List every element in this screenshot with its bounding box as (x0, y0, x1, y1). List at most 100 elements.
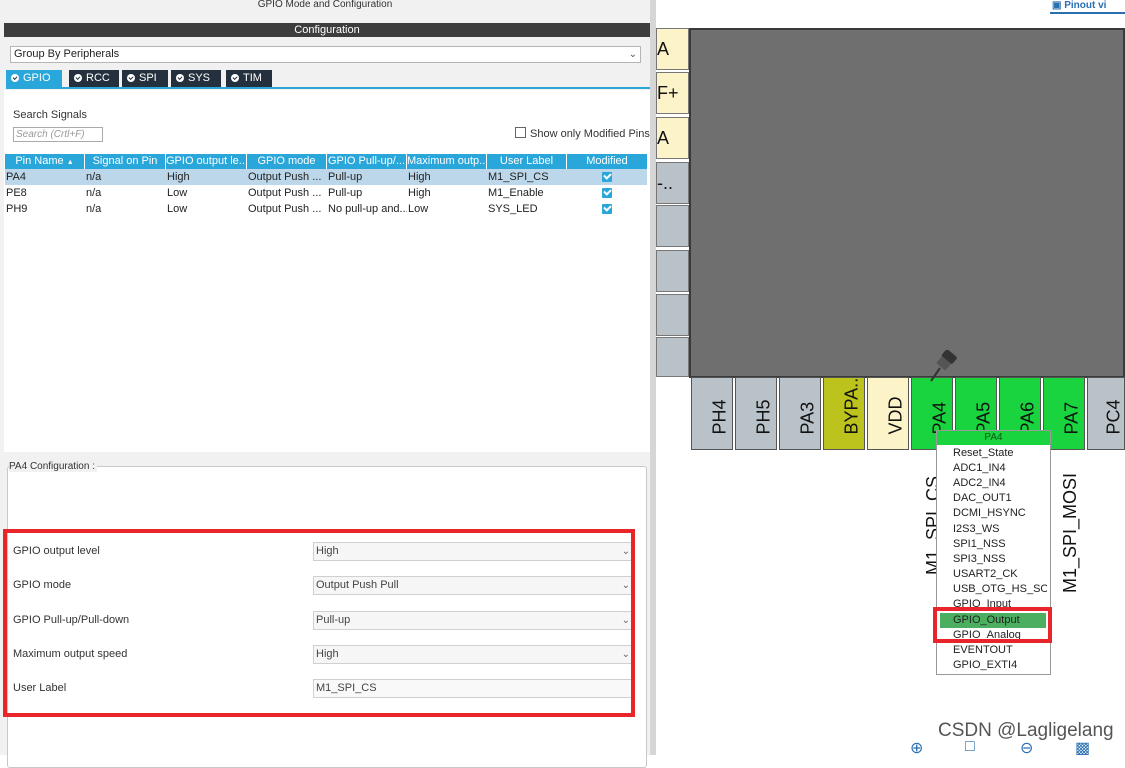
cell-signal: n/a (86, 187, 102, 199)
modified-checkbox[interactable] (602, 172, 612, 182)
cell-level: High (167, 171, 190, 183)
col-pin-name[interactable]: Pin Name ▲ (5, 154, 85, 169)
pin-label: PA3 (797, 401, 818, 435)
tab-label: TIM (243, 72, 262, 84)
left-pin[interactable] (656, 337, 689, 377)
col-output-level[interactable]: GPIO output le... (166, 154, 247, 169)
pinout-tab-underline (1050, 12, 1125, 14)
table-row[interactable]: PH9 n/a Low Output Push ... No pull-up a… (5, 201, 647, 217)
menu-item[interactable]: DAC_OUT1 (953, 492, 1012, 504)
signals-area (4, 90, 650, 452)
cell-speed: High (408, 187, 431, 199)
cell-mode: Output Push ... (248, 171, 322, 183)
pin-label: VDD (885, 396, 906, 435)
cell-pull: Pull-up (328, 171, 363, 183)
menu-item[interactable]: DCMI_HSYNC (953, 507, 1026, 519)
pushpin-icon (930, 350, 957, 382)
pin-bypass[interactable]: BYPA... (823, 377, 865, 450)
cell-pull: No pull-up and... (328, 203, 407, 215)
pin-label: PA4 (929, 401, 950, 435)
window-title: GPIO Mode and Configuration (257, 0, 393, 10)
check-circle-icon (74, 74, 82, 82)
pin-label: PH5 (753, 399, 774, 435)
modified-checkbox[interactable] (602, 188, 612, 198)
menu-item[interactable]: SPI3_NSS (953, 553, 1006, 565)
cell-signal: n/a (86, 171, 102, 183)
cell-speed: Low (408, 203, 429, 215)
group-by-value: Group By Peripherals (14, 48, 120, 60)
menu-item[interactable]: GPIO_EXTI4 (953, 659, 1017, 671)
col-signal[interactable]: Signal on Pin (85, 154, 166, 169)
left-pin[interactable]: -.. (656, 162, 689, 204)
table-row[interactable]: PA4 n/a High Output Push ... Pull-up Hig… (5, 169, 647, 185)
tab-underline (6, 87, 650, 89)
menu-item[interactable]: USART2_CK (953, 568, 1018, 580)
menu-item[interactable]: ADC1_IN4 (953, 462, 1006, 474)
tab-label: RCC (86, 72, 110, 84)
left-pin[interactable]: A (656, 28, 689, 70)
cell-pin: PE8 (6, 187, 27, 199)
menu-item[interactable]: I2S3_WS (953, 523, 999, 535)
col-gpio-mode[interactable]: GPIO mode (247, 154, 327, 169)
pin-ph5[interactable]: PH5 (735, 377, 777, 450)
cell-user-label: M1_SPI_CS (488, 171, 549, 183)
tab-spi[interactable]: SPI (122, 70, 168, 87)
tab-label: GPIO (23, 72, 51, 84)
check-circle-icon (11, 74, 19, 82)
col-user-label[interactable]: User Label (487, 154, 567, 169)
pin-config-title: PA4 Configuration : (9, 461, 97, 472)
tab-rcc[interactable]: RCC (69, 70, 119, 87)
tab-sys[interactable]: SYS (171, 70, 221, 87)
chip-icon: ▣ (1052, 0, 1062, 11)
pin-pa3[interactable]: PA3 (779, 377, 821, 450)
menu-item[interactable]: ADC2_IN4 (953, 477, 1006, 489)
sort-up-icon: ▲ (66, 159, 74, 166)
zoom-in-icon[interactable]: ⊕ (910, 738, 923, 758)
menu-item[interactable]: EVENTOUT (953, 644, 1013, 656)
check-circle-icon (231, 74, 239, 82)
left-pin[interactable]: A (656, 117, 689, 159)
checkbox-box (515, 127, 526, 138)
watermark: CSDN @Lagligelang (938, 720, 1114, 741)
menu-item[interactable]: USB_OTG_HS_SOF (953, 583, 1047, 595)
mcu-chip-body (689, 28, 1125, 378)
menu-item[interactable]: SPI1_NSS (953, 538, 1006, 550)
pin-vdd[interactable]: VDD (867, 377, 909, 450)
left-pin[interactable] (656, 205, 689, 247)
show-modified-label: Show only Modified Pins (530, 128, 650, 140)
menu-item[interactable]: Reset_State (953, 447, 1014, 459)
pin-ph4[interactable]: PH4 (691, 377, 733, 450)
pinout-tab-label: Pinout vi (1064, 0, 1107, 11)
tab-gpio[interactable]: GPIO (6, 70, 62, 87)
group-by-select[interactable]: Group By Peripherals ⌄ (10, 46, 641, 63)
configuration-header: Configuration (4, 23, 650, 37)
chevron-down-icon: ⌄ (628, 49, 637, 60)
col-pull[interactable]: GPIO Pull-up/... (327, 154, 407, 169)
search-input[interactable]: Search (Crtl+F) (13, 127, 103, 142)
modified-checkbox[interactable] (602, 204, 612, 214)
table-header: Pin Name ▲ Signal on Pin GPIO output le.… (5, 154, 647, 169)
col-modified[interactable]: Modified (567, 154, 647, 169)
highlight-box-gpio-output (933, 607, 1052, 643)
check-circle-icon (127, 74, 135, 82)
table-row[interactable]: PE8 n/a Low Output Push ... Pull-up High… (5, 185, 647, 201)
left-pin[interactable] (656, 250, 689, 292)
tab-tim[interactable]: TIM (226, 70, 272, 87)
pin-label: PH4 (709, 399, 730, 435)
tab-label: SPI (139, 72, 157, 84)
pin-label: PA6 (1017, 401, 1038, 435)
pin-label: PA5 (973, 401, 994, 435)
col-max-speed[interactable]: Maximum outp... (407, 154, 487, 169)
cell-level: Low (167, 203, 188, 215)
left-pin[interactable] (656, 294, 689, 336)
cell-mode: Output Push ... (248, 187, 322, 199)
pin-label: PA7 (1061, 401, 1082, 435)
cell-mode: Output Push ... (248, 203, 322, 215)
check-circle-icon (176, 74, 184, 82)
cell-pin: PH9 (6, 203, 28, 215)
pinout-view-tab[interactable]: ▣ Pinout vi (1052, 0, 1106, 11)
tab-label: SYS (188, 72, 211, 84)
left-pin[interactable]: F+ (656, 72, 689, 114)
pin-pc4[interactable]: PC4 (1087, 377, 1125, 450)
show-modified-checkbox[interactable]: Show only Modified Pins (515, 127, 650, 140)
